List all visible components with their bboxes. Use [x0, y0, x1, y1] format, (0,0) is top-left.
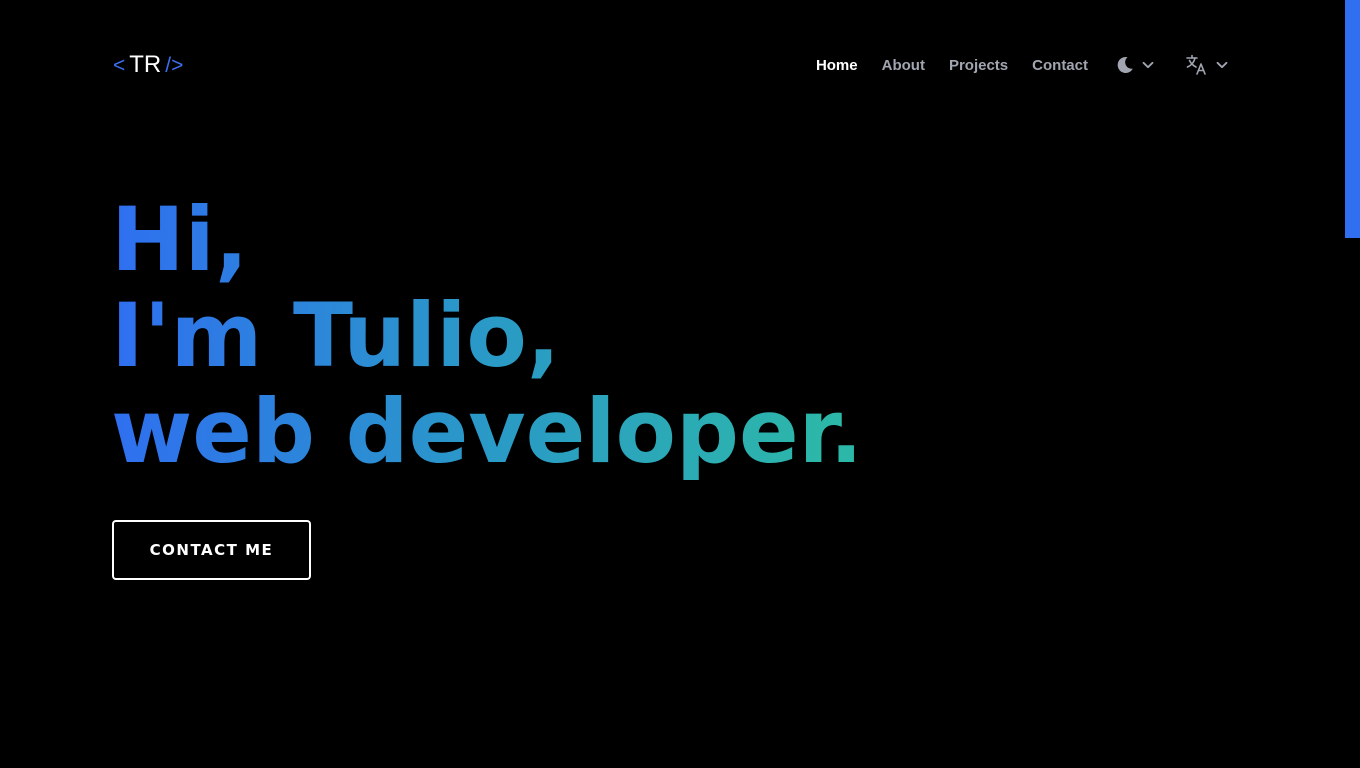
hero-name: I'm Tulio,: [111, 288, 863, 384]
chevron-down-icon: [1215, 58, 1229, 72]
logo[interactable]: < TR />: [113, 53, 183, 77]
main-nav: Home About Projects Contact: [816, 53, 1229, 77]
page: < TR /> Home About Projects Contact Hi, …: [0, 0, 1360, 768]
logo-initials: TR: [129, 51, 162, 78]
site-header: < TR /> Home About Projects Contact: [113, 46, 1229, 84]
scroll-progress-bar[interactable]: [1345, 0, 1360, 238]
nav-contact[interactable]: Contact: [1032, 57, 1088, 74]
moon-icon: [1115, 55, 1135, 75]
logo-close-bracket: />: [165, 53, 184, 77]
nav-home[interactable]: Home: [816, 57, 858, 74]
chevron-down-icon: [1141, 58, 1155, 72]
hero-role: web developer.: [111, 380, 863, 483]
translate-icon: [1185, 53, 1209, 77]
nav-about[interactable]: About: [882, 57, 925, 74]
contact-me-button[interactable]: CONTACT ME: [112, 520, 311, 580]
hero-heading: Hi, I'm Tulio, web developer.: [111, 192, 863, 480]
language-dropdown[interactable]: [1185, 53, 1229, 77]
hero-greeting: Hi,: [111, 192, 863, 288]
nav-projects[interactable]: Projects: [949, 57, 1008, 74]
theme-dropdown[interactable]: [1115, 55, 1155, 75]
logo-open-bracket: <: [113, 53, 126, 77]
